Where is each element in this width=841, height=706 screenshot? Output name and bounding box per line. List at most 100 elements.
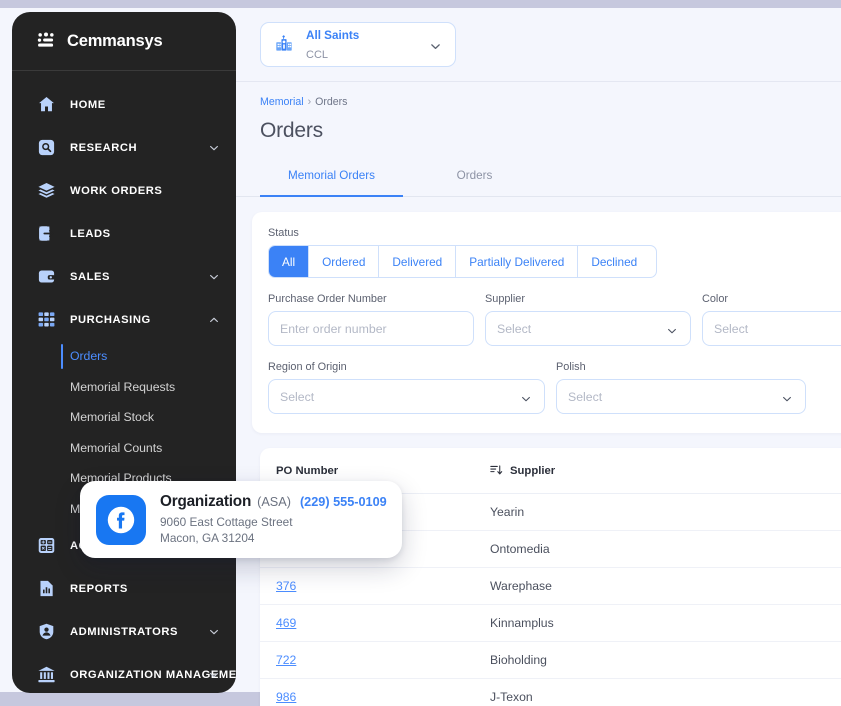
- sidebar-item-leads[interactable]: LEADS: [12, 212, 236, 255]
- filter-group-po-number: Purchase Order Number Enter order number: [268, 293, 474, 346]
- filter-row-2: Region of Origin Select Polish Select: [268, 361, 841, 414]
- sidebar-label: WORK ORDERS: [70, 184, 163, 197]
- main-content: All Saints CCL Memorial › Orders Orders Me…: [236, 8, 841, 706]
- breadcrumb: Memorial › Orders: [236, 82, 841, 108]
- color-label: Color: [702, 293, 729, 305]
- status-option-declined[interactable]: Declined: [578, 246, 651, 277]
- table-row[interactable]: 986 J-Texon: [260, 679, 841, 706]
- po-number-link[interactable]: 986: [276, 690, 296, 704]
- po-number-input[interactable]: Enter order number: [268, 311, 474, 346]
- organization-phone[interactable]: (229) 555-0109: [300, 495, 387, 509]
- bank-icon: [36, 664, 57, 685]
- chevron-down-icon: [781, 392, 793, 410]
- filter-group-supplier: Supplier Select: [485, 293, 691, 346]
- color-select[interactable]: Select: [702, 311, 841, 346]
- status-option-ordered[interactable]: Ordered: [309, 246, 380, 277]
- chevron-down-icon: [520, 392, 532, 410]
- sidebar-label: SALES: [70, 270, 111, 283]
- filter-row-1: Purchase Order Number Enter order number…: [268, 293, 841, 346]
- status-option-all[interactable]: All: [269, 246, 310, 277]
- chevron-down-icon: [666, 324, 678, 342]
- status-option-partially-delivered[interactable]: Partially Delivered: [456, 246, 579, 277]
- filter-group-color: Color Select: [702, 293, 841, 346]
- cell-supplier: Ontomedia: [490, 542, 550, 556]
- sidebar-label: LEADS: [70, 227, 111, 240]
- sidebar-subitem-orders[interactable]: Orders: [12, 341, 236, 372]
- page-title: Orders: [260, 119, 323, 142]
- organization-card-body: Organization (ASA) (229) 555-0109 9060 E…: [160, 493, 387, 546]
- supplier-placeholder: Select: [497, 321, 532, 336]
- sidebar-item-organization-management[interactable]: ORGANIZATION MANAGEMENT: [12, 653, 236, 693]
- polish-placeholder: Select: [568, 389, 603, 404]
- organization-selector[interactable]: All Saints CCL: [260, 22, 456, 67]
- organization-address: 9060 East Cottage Street Macon, GA 31204: [160, 515, 387, 546]
- chevron-up-icon[interactable]: [208, 314, 220, 326]
- chevron-down-icon[interactable]: [208, 626, 220, 638]
- sidebar-item-work-orders[interactable]: WORK ORDERS: [12, 169, 236, 212]
- cell-supplier: Kinnamplus: [490, 616, 554, 630]
- sidebar-subitem-memorial-requests[interactable]: Memorial Requests: [12, 372, 236, 403]
- sidebar-item-home[interactable]: HOME: [12, 83, 236, 126]
- po-number-label: Purchase Order Number: [268, 293, 387, 305]
- sidebar-item-sales[interactable]: SALES: [12, 255, 236, 298]
- color-placeholder: Select: [714, 321, 749, 336]
- tab-orders[interactable]: Orders: [403, 164, 546, 196]
- sidebar-item-reports[interactable]: REPORTS: [12, 567, 236, 610]
- sidebar-item-purchasing[interactable]: PURCHASING: [12, 298, 236, 341]
- po-number-link[interactable]: 469: [276, 616, 296, 630]
- calculator-icon: [36, 535, 57, 556]
- column-header-supplier[interactable]: Supplier: [490, 464, 555, 477]
- sidebar-sublabel: Memorial Counts: [70, 440, 163, 455]
- sidebar-sublabel: Memorial Requests: [70, 379, 176, 394]
- brand-logo[interactable]: Cemmansys: [12, 12, 236, 71]
- chevron-down-icon[interactable]: [208, 271, 220, 283]
- breadcrumb-separator: ›: [307, 96, 312, 108]
- chevron-down-icon[interactable]: [208, 142, 220, 154]
- po-number-link[interactable]: 722: [276, 653, 296, 667]
- organization-abbreviation: (ASA): [257, 494, 291, 509]
- layers-icon: [36, 180, 57, 201]
- cell-supplier: Warephase: [490, 579, 552, 593]
- organization-info-card[interactable]: Organization (ASA) (229) 555-0109 9060 E…: [80, 481, 402, 558]
- sidebar-sublabel: Orders: [70, 349, 108, 364]
- column-header-po-number[interactable]: PO Number: [260, 465, 490, 477]
- screen: All Saints CCL Memorial › Orders Orders Me…: [0, 0, 841, 706]
- export-arrow-icon: [36, 223, 57, 244]
- region-label: Region of Origin: [268, 361, 347, 373]
- sidebar-subitem-memorial-stock[interactable]: Memorial Stock: [12, 402, 236, 433]
- tab-bar: Memorial Orders Orders: [236, 164, 841, 197]
- region-select[interactable]: Select: [268, 379, 545, 414]
- cell-po-number: 469: [260, 616, 490, 630]
- home-icon: [36, 94, 57, 115]
- sidebar: Cemmansys HOME RESEARCH WORK ORDERS LEAD…: [12, 12, 236, 693]
- table-row[interactable]: 469 Kinnamplus: [260, 605, 841, 642]
- table-row[interactable]: 722 Bioholding: [260, 642, 841, 679]
- hospital-icon: [273, 34, 295, 56]
- sidebar-item-administrators[interactable]: ADMINISTRATORS: [12, 610, 236, 653]
- brand-name: Cemmansys: [67, 31, 163, 50]
- breadcrumb-current: Orders: [315, 96, 348, 108]
- sidebar-subitem-memorial-counts[interactable]: Memorial Counts: [12, 433, 236, 464]
- table-row[interactable]: 376 Warephase: [260, 568, 841, 605]
- status-label: Status: [268, 227, 299, 239]
- chevron-down-icon[interactable]: [208, 669, 220, 681]
- supplier-select[interactable]: Select: [485, 311, 691, 346]
- sidebar-label: PURCHASING: [70, 313, 151, 326]
- sidebar-nav: HOME RESEARCH WORK ORDERS LEADS SALES PU…: [12, 71, 236, 693]
- region-placeholder: Select: [280, 389, 315, 404]
- po-number-placeholder: Enter order number: [280, 321, 387, 336]
- po-number-link[interactable]: 376: [276, 579, 296, 593]
- breadcrumb-root[interactable]: Memorial: [260, 96, 304, 108]
- sidebar-label: ADMINISTRATORS: [70, 625, 178, 638]
- column-header-supplier-label: Supplier: [510, 464, 556, 477]
- chevron-down-icon: [429, 40, 442, 58]
- tab-memorial-orders[interactable]: Memorial Orders: [260, 164, 403, 197]
- people-group-icon: [36, 31, 56, 51]
- status-option-delivered[interactable]: Delivered: [379, 246, 457, 277]
- sidebar-item-research[interactable]: RESEARCH: [12, 126, 236, 169]
- cell-po-number: 986: [260, 690, 490, 704]
- polish-select[interactable]: Select: [556, 379, 806, 414]
- org-selector-name: All Saints: [306, 29, 360, 43]
- shield-user-icon: [36, 621, 57, 642]
- sidebar-label: RESEARCH: [70, 141, 138, 154]
